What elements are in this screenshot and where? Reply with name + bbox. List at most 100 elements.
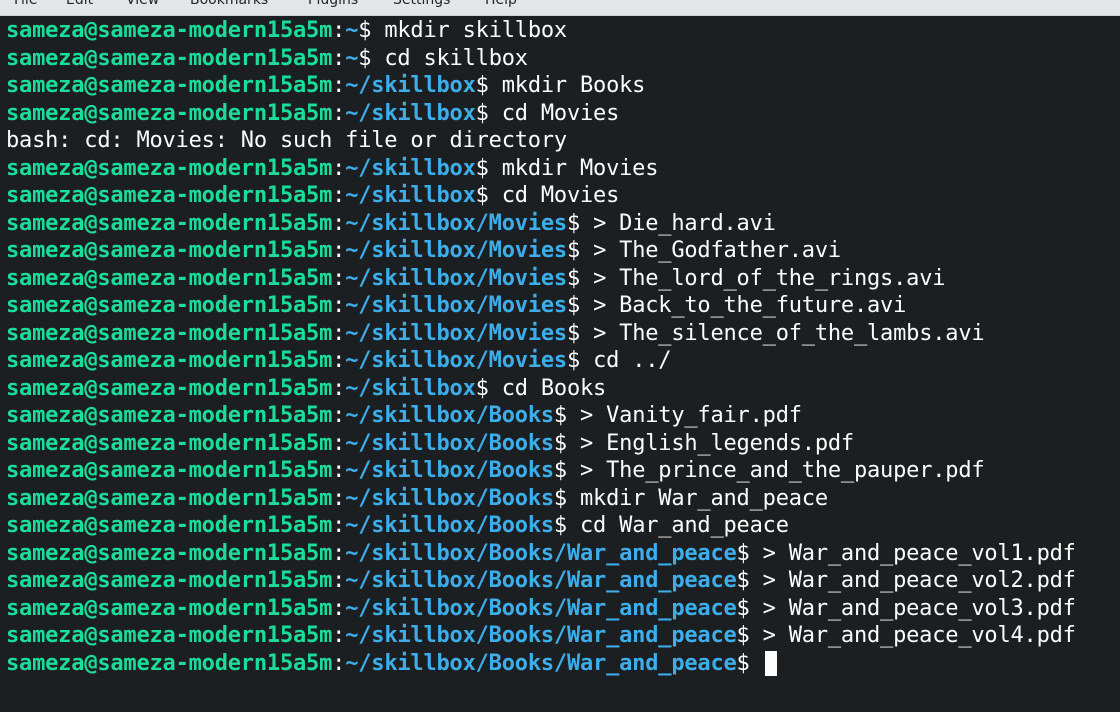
prompt-path: ~/skillbox/Books (345, 513, 554, 538)
prompt-path: ~/skillbox (345, 100, 476, 126)
prompt-symbol: $ (553, 513, 581, 538)
prompt-symbol: $ (566, 210, 594, 236)
terminal-window: File Edit View Bookmarks Plugins Setting… (0, 0, 1120, 712)
prompt-path: ~/skillbox/Books (345, 485, 554, 511)
prompt-line: sameza@sameza-modern15a5m:~/skillbox/Mov… (6, 237, 1120, 265)
prompt-separator: : (332, 430, 346, 456)
prompt-path: ~/skillbox/Movies (345, 293, 567, 318)
prompt-symbol: $ (475, 155, 502, 181)
command-text: > The_lord_of_the_rings.avi (593, 265, 946, 291)
prompt-line: sameza@sameza-modern15a5m:~/skillbox/Mov… (6, 265, 1120, 293)
command-text: > Die_hard.avi (593, 210, 776, 236)
prompt-path: ~ (345, 18, 359, 43)
prompt-user-host: sameza@sameza-modern15a5m (6, 18, 333, 43)
prompt-symbol: $ (736, 568, 763, 593)
prompt-symbol: $ (736, 623, 763, 648)
prompt-separator: : (332, 73, 346, 98)
prompt-user-host: sameza@sameza-modern15a5m (6, 210, 333, 236)
prompt-separator: : (332, 513, 346, 538)
prompt-symbol: $ (475, 73, 502, 98)
command-text: > War_and_peace_vol4.pdf (762, 623, 1076, 648)
prompt-symbol: $ (553, 485, 581, 511)
prompt-separator: : (332, 265, 346, 291)
prompt-symbol: $ (475, 375, 502, 401)
output-line: bash: cd: Movies: No such file or direct… (6, 127, 1120, 155)
prompt-user-host: sameza@sameza-modern15a5m (6, 238, 333, 263)
text-cursor (764, 650, 777, 676)
prompt-path: ~/skillbox/Books/War_and_peace (345, 650, 737, 676)
command-text: mkdir skillbox (384, 18, 567, 43)
prompt-symbol: $ (736, 540, 763, 566)
prompt-line: sameza@sameza-modern15a5m:~/skillbox/Boo… (6, 512, 1120, 540)
prompt-symbol: $ (553, 403, 581, 428)
prompt-line: sameza@sameza-modern15a5m:~/skillbox/Boo… (6, 430, 1120, 458)
command-text: > The_Godfather.avi (593, 238, 841, 263)
prompt-user-host: sameza@sameza-modern15a5m (6, 540, 333, 566)
prompt-line: sameza@sameza-modern15a5m:~/skillbox$ mk… (6, 155, 1120, 183)
prompt-line: sameza@sameza-modern15a5m:~/skillbox$ cd… (6, 375, 1120, 403)
menu-bookmarks[interactable]: Bookmarks (190, 0, 268, 9)
prompt-path: ~/skillbox (345, 375, 476, 401)
menu-help[interactable]: Help (485, 0, 517, 9)
prompt-line: sameza@sameza-modern15a5m:~$ cd skillbox (6, 45, 1120, 73)
prompt-separator: : (332, 155, 346, 181)
prompt-symbol: $ (358, 18, 385, 43)
prompt-user-host: sameza@sameza-modern15a5m (6, 568, 333, 593)
prompt-line: sameza@sameza-modern15a5m:~/skillbox/Boo… (6, 457, 1120, 485)
prompt-path: ~/skillbox/Books/War_and_peace (345, 595, 737, 621)
prompt-user-host: sameza@sameza-modern15a5m (6, 458, 333, 483)
command-text: > War_and_peace_vol2.pdf (762, 568, 1076, 593)
prompt-symbol: $ (566, 238, 594, 263)
command-text: > The_silence_of_the_lambs.avi (593, 320, 985, 346)
prompt-separator: : (332, 375, 346, 401)
prompt-user-host: sameza@sameza-modern15a5m (6, 183, 333, 208)
prompt-separator: : (332, 540, 346, 566)
prompt-separator: : (332, 485, 346, 511)
menu-plugins[interactable]: Plugins (308, 0, 358, 9)
prompt-symbol: $ (475, 183, 502, 208)
prompt-path: ~/skillbox/Movies (345, 348, 567, 373)
menu-bar: File Edit View Bookmarks Plugins Setting… (0, 0, 1120, 16)
prompt-user-host: sameza@sameza-modern15a5m (6, 403, 333, 428)
prompt-path: ~/skillbox/Books/War_and_peace (345, 623, 737, 648)
command-text: mkdir Books (501, 73, 646, 98)
prompt-line: sameza@sameza-modern15a5m:~/skillbox/Boo… (6, 595, 1120, 623)
prompt-symbol: $ (566, 348, 594, 373)
prompt-path: ~/skillbox/Movies (345, 210, 567, 236)
menu-view[interactable]: View (126, 0, 159, 9)
command-text: > The_prince_and_the_pauper.pdf (580, 458, 985, 483)
prompt-symbol: $ (736, 650, 763, 676)
command-text: mkdir Movies (501, 155, 659, 181)
command-text: cd War_and_peace (580, 513, 789, 538)
prompt-path: ~/skillbox (345, 73, 476, 98)
command-text: > War_and_peace_vol1.pdf (762, 540, 1076, 566)
prompt-line: sameza@sameza-modern15a5m:~/skillbox/Boo… (6, 567, 1120, 595)
terminal-output[interactable]: sameza@sameza-modern15a5m:~$ mkdir skill… (6, 17, 1120, 712)
command-text: cd Movies (501, 100, 620, 126)
menu-file[interactable]: File (14, 0, 37, 9)
menu-settings[interactable]: Settings (393, 0, 450, 9)
prompt-separator: : (332, 623, 346, 648)
command-text: cd Books (501, 375, 607, 401)
prompt-separator: : (332, 18, 346, 43)
command-text: cd ../ (593, 348, 672, 373)
prompt-user-host: sameza@sameza-modern15a5m (6, 265, 333, 291)
menu-edit[interactable]: Edit (66, 0, 93, 9)
prompt-user-host: sameza@sameza-modern15a5m (6, 73, 333, 98)
prompt-line: sameza@sameza-modern15a5m:~/skillbox/Mov… (6, 320, 1120, 348)
prompt-line: sameza@sameza-modern15a5m:~/skillbox/Boo… (6, 485, 1120, 513)
prompt-line: sameza@sameza-modern15a5m:~/skillbox/Boo… (6, 622, 1120, 650)
prompt-separator: : (332, 210, 346, 236)
prompt-separator: : (332, 293, 346, 318)
command-text: > Back_to_the_future.avi (593, 293, 907, 318)
prompt-symbol: $ (566, 265, 594, 291)
prompt-path: ~/skillbox/Books (345, 403, 554, 428)
prompt-symbol: $ (358, 45, 385, 71)
prompt-user-host: sameza@sameza-modern15a5m (6, 650, 333, 676)
prompt-user-host: sameza@sameza-modern15a5m (6, 320, 333, 346)
command-text: > English_legends.pdf (580, 430, 854, 456)
prompt-separator: : (332, 458, 346, 483)
prompt-separator: : (332, 403, 346, 428)
output-text: bash: cd: Movies: No such file or direct… (6, 128, 567, 153)
prompt-symbol: $ (553, 430, 581, 456)
